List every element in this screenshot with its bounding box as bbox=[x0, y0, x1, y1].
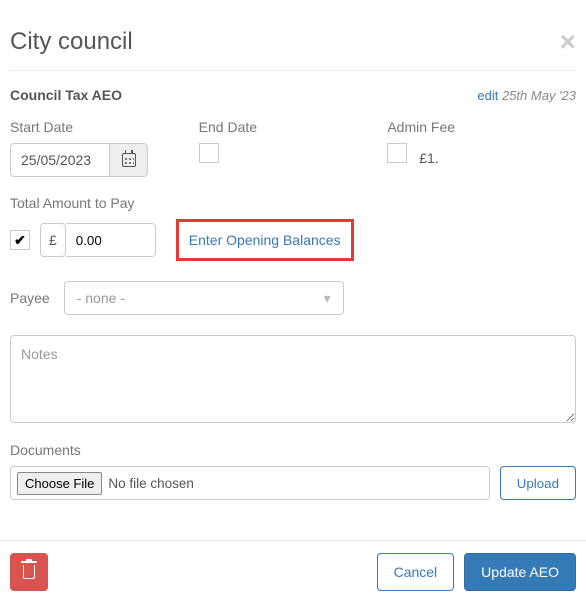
admin-fee-col: Admin Fee £1. bbox=[387, 119, 576, 177]
payee-selected-value: - none - bbox=[77, 290, 125, 306]
start-date-group bbox=[10, 143, 189, 177]
admin-fee-label: Admin Fee bbox=[387, 119, 566, 135]
aeo-sub-header: Council Tax AEO edit 25th May '23 bbox=[10, 71, 576, 109]
total-amount-checkbox[interactable] bbox=[10, 230, 30, 250]
close-icon[interactable]: × bbox=[560, 28, 576, 56]
cancel-button[interactable]: Cancel bbox=[377, 553, 455, 591]
total-amount-label: Total Amount to Pay bbox=[10, 195, 576, 211]
currency-symbol: £ bbox=[40, 223, 66, 257]
notes-row bbox=[10, 315, 576, 426]
modal-header: City council × bbox=[10, 10, 576, 71]
end-date-label: End Date bbox=[199, 119, 378, 135]
modal-footer: Cancel Update AEO bbox=[0, 540, 586, 603]
opening-balances-highlight: Enter Opening Balances bbox=[176, 219, 354, 261]
calendar-icon bbox=[122, 153, 136, 167]
admin-fee-checkbox[interactable] bbox=[387, 143, 407, 163]
aeo-type-label: Council Tax AEO bbox=[10, 87, 122, 103]
documents-label: Documents bbox=[10, 442, 576, 458]
aeo-edit-modal: City council × Council Tax AEO edit 25th… bbox=[0, 0, 586, 500]
trash-icon bbox=[23, 565, 35, 579]
payee-label: Payee bbox=[10, 290, 50, 306]
notes-textarea[interactable] bbox=[10, 335, 576, 423]
aeo-meta: edit 25th May '23 bbox=[477, 88, 576, 103]
admin-fee-value: £1. bbox=[419, 150, 438, 166]
payee-row: Payee - none - ▾ bbox=[10, 261, 576, 315]
calendar-button[interactable] bbox=[110, 143, 148, 177]
file-status-text: No file chosen bbox=[108, 476, 194, 491]
start-date-label: Start Date bbox=[10, 119, 189, 135]
page-title: City council bbox=[10, 28, 133, 56]
enter-opening-balances-link[interactable]: Enter Opening Balances bbox=[189, 232, 341, 248]
payee-select[interactable]: - none - ▾ bbox=[64, 281, 344, 315]
dates-fee-row: Start Date End Date Admin Fee £1. bbox=[10, 109, 576, 177]
delete-button[interactable] bbox=[10, 553, 48, 591]
documents-section: Documents Choose File No file chosen Upl… bbox=[10, 426, 576, 500]
upload-row: Choose File No file chosen Upload bbox=[10, 458, 576, 500]
total-amount-input[interactable] bbox=[66, 223, 156, 257]
last-edited-date: 25th May '23 bbox=[502, 88, 576, 103]
upload-button[interactable]: Upload bbox=[500, 466, 576, 500]
end-date-checkbox[interactable] bbox=[199, 143, 219, 163]
start-date-input[interactable] bbox=[10, 143, 110, 177]
total-amount-group: £ bbox=[10, 223, 156, 257]
start-date-col: Start Date bbox=[10, 119, 199, 177]
end-date-col: End Date bbox=[199, 119, 388, 177]
chevron-down-icon: ▾ bbox=[324, 290, 331, 307]
choose-file-button[interactable]: Choose File bbox=[17, 472, 102, 495]
total-amount-section: Total Amount to Pay £ Enter Opening Bala… bbox=[10, 177, 576, 261]
footer-actions: Cancel Update AEO bbox=[377, 553, 576, 591]
file-input-box[interactable]: Choose File No file chosen bbox=[10, 466, 490, 500]
edit-link[interactable]: edit bbox=[477, 88, 498, 103]
update-aeo-button[interactable]: Update AEO bbox=[464, 553, 576, 591]
